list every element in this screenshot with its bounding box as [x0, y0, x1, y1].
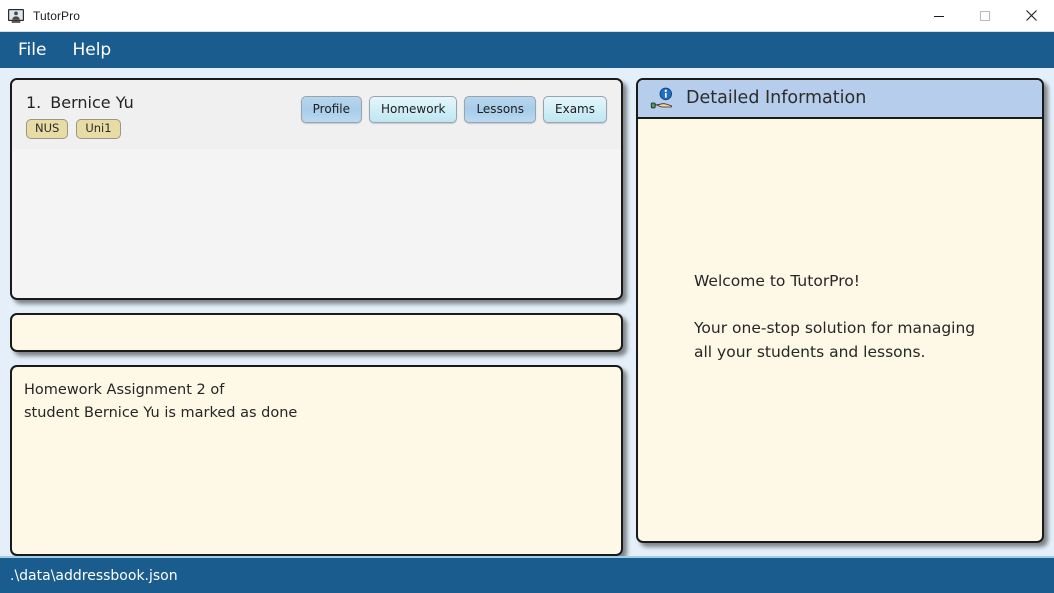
welcome-body: Your one-stop solution for managing all … [694, 318, 976, 361]
minimize-button[interactable] [916, 0, 962, 31]
student-index: 1. [26, 93, 42, 112]
minimize-icon [934, 15, 944, 17]
detail-panel-body: Welcome to TutorPro! Your one-stop solut… [638, 119, 1042, 541]
maximize-button[interactable] [962, 0, 1008, 31]
command-input[interactable] [12, 315, 621, 350]
lessons-button[interactable]: Lessons [464, 96, 537, 123]
hand-holding-info-icon [650, 87, 673, 108]
menu-item-file[interactable]: File [16, 40, 48, 61]
detailed-information-panel: Detailed Information Welcome to TutorPro… [636, 78, 1044, 543]
exams-button[interactable]: Exams [543, 96, 607, 123]
right-column: Detailed Information Welcome to TutorPro… [636, 78, 1044, 556]
detail-panel-title: Detailed Information [686, 87, 867, 108]
student-info: 1. Bernice Yu NUS Uni1 [26, 93, 301, 140]
save-location-path: .\data\addressbook.json [10, 567, 178, 584]
maximize-icon [980, 10, 990, 21]
student-name: Bernice Yu [50, 93, 134, 112]
student-name-row: 1. Bernice Yu [26, 93, 301, 112]
result-message: Homework Assignment 2 of student Bernice… [24, 382, 298, 422]
student-list-panel[interactable]: 1. Bernice Yu NUS Uni1 Profile Homework … [10, 78, 623, 300]
homework-button[interactable]: Homework [368, 96, 458, 123]
welcome-title: Welcome to TutorPro! [694, 271, 860, 290]
app-icon [8, 8, 24, 23]
profile-button[interactable]: Profile [300, 96, 362, 123]
list-item[interactable]: 1. Bernice Yu NUS Uni1 Profile Homework … [12, 80, 621, 150]
student-tag: Uni1 [76, 119, 121, 140]
close-icon [1025, 10, 1037, 21]
main-content: 1. Bernice Yu NUS Uni1 Profile Homework … [0, 68, 1054, 556]
status-bar: .\data\addressbook.json [0, 556, 1054, 593]
student-tag: NUS [26, 119, 69, 140]
title-bar: TutorPro [0, 0, 1054, 32]
student-action-buttons: Profile Homework Lessons Exams [300, 93, 607, 123]
result-display-panel: Homework Assignment 2 of student Bernice… [10, 365, 623, 556]
window-title: TutorPro [33, 8, 81, 23]
close-button[interactable] [1008, 0, 1054, 31]
command-input-panel[interactable] [10, 313, 623, 352]
application-window: TutorPro File Help 1. Bernice Yu NUS Uni… [0, 0, 1054, 593]
tag-row: NUS Uni1 [26, 119, 301, 140]
menu-bar: File Help [0, 32, 1054, 68]
detail-panel-header: Detailed Information [638, 80, 1042, 119]
left-column: 1. Bernice Yu NUS Uni1 Profile Homework … [10, 78, 623, 556]
menu-item-help[interactable]: Help [70, 40, 113, 61]
